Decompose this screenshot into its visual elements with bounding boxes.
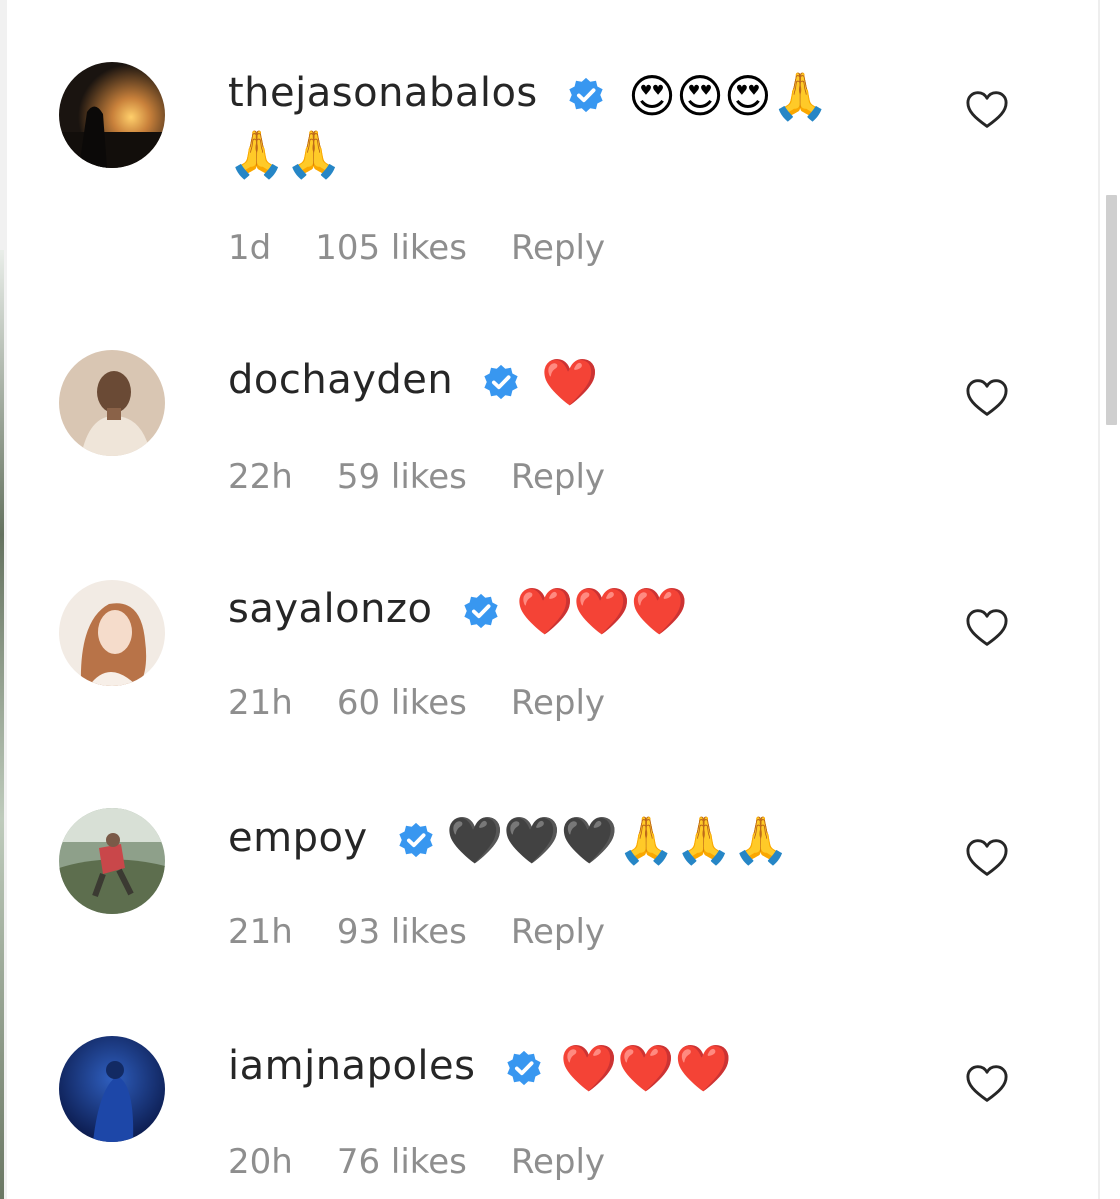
scrollbar[interactable] — [1098, 0, 1120, 1199]
comment-likes[interactable]: 59 likes — [337, 457, 467, 497]
comment-timestamp[interactable]: 21h — [228, 683, 293, 723]
comment-meta: 20h 76 likes Reply — [228, 1142, 649, 1182]
avatar[interactable] — [59, 580, 165, 686]
avatar[interactable] — [59, 350, 165, 456]
comment-author: empoy — [228, 815, 447, 861]
avatar[interactable] — [59, 1036, 165, 1142]
comment-text: 🖤🖤🖤🙏🙏🙏 — [446, 813, 790, 867]
comment-text: 😍😍😍🙏 — [628, 69, 830, 123]
reply-button[interactable]: Reply — [511, 457, 605, 497]
comment-meta: 22h 59 likes Reply — [228, 457, 649, 497]
username-link[interactable]: dochayden — [228, 357, 453, 403]
comment-author: dochayden — [228, 357, 532, 403]
heart-outline-icon[interactable] — [965, 608, 1009, 648]
reply-button[interactable]: Reply — [511, 683, 605, 723]
comment-timestamp[interactable]: 22h — [228, 457, 293, 497]
heart-outline-icon[interactable] — [965, 90, 1009, 130]
username-link[interactable]: thejasonabalos — [228, 70, 538, 116]
verified-badge-icon — [507, 1050, 541, 1086]
avatar[interactable] — [59, 62, 165, 168]
comment-timestamp[interactable]: 21h — [228, 912, 293, 952]
comment-meta: 1d 105 likes Reply — [228, 228, 649, 268]
comment-timestamp[interactable]: 20h — [228, 1142, 293, 1182]
comment-text-line-2: 🙏🙏 — [228, 127, 343, 181]
comment-likes[interactable]: 76 likes — [337, 1142, 467, 1182]
verified-badge-icon — [484, 364, 519, 400]
scrollbar-thumb[interactable] — [1106, 195, 1117, 425]
verified-badge-icon — [399, 822, 433, 858]
reply-button[interactable]: Reply — [511, 228, 605, 268]
username-link[interactable]: empoy — [228, 815, 368, 861]
comment-timestamp[interactable]: 1d — [228, 228, 271, 268]
comment-meta: 21h 60 likes Reply — [228, 683, 649, 723]
comment-text: ❤️❤️❤️ — [560, 1041, 732, 1095]
comment-meta: 21h 93 likes Reply — [228, 912, 649, 952]
comment-likes[interactable]: 105 likes — [315, 228, 467, 268]
verified-badge-icon — [464, 593, 498, 629]
username-link[interactable]: sayalonzo — [228, 586, 432, 632]
verified-badge-icon — [569, 77, 603, 113]
comment-author: thejasonabalos — [228, 70, 617, 116]
username-link[interactable]: iamjnapoles — [228, 1043, 476, 1089]
reply-button[interactable]: Reply — [511, 1142, 605, 1182]
avatar[interactable] — [59, 808, 165, 914]
background-photo-strip — [0, 250, 4, 1199]
reply-button[interactable]: Reply — [511, 912, 605, 952]
comment-author: iamjnapoles — [228, 1043, 555, 1089]
comment-text: ❤️ — [541, 355, 599, 409]
comment-likes[interactable]: 93 likes — [337, 912, 467, 952]
comment-text: ❤️❤️❤️ — [516, 584, 688, 638]
comment-likes[interactable]: 60 likes — [337, 683, 467, 723]
comment-author: sayalonzo — [228, 586, 512, 632]
comments-panel: thejasonabalos 😍😍😍🙏 🙏🙏 1d 105 likes Reply — [0, 0, 1120, 1199]
heart-outline-icon[interactable] — [965, 1064, 1009, 1104]
heart-outline-icon[interactable] — [965, 378, 1009, 418]
heart-outline-icon[interactable] — [965, 838, 1009, 878]
